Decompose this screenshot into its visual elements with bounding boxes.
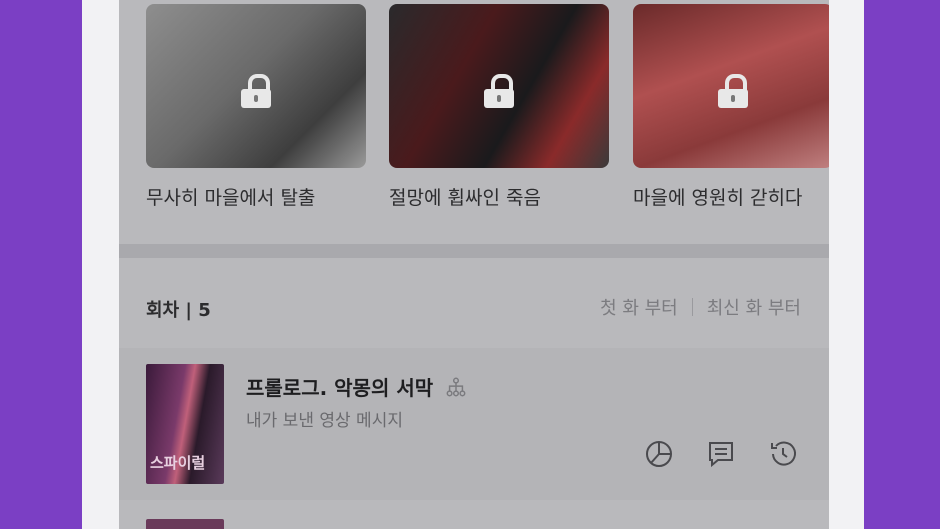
lock-icon: [484, 74, 514, 108]
ending-card[interactable]: [633, 4, 829, 168]
sort-separator: [691, 298, 693, 316]
episode-thumbnail: 스파이럴: [146, 364, 224, 484]
episode-title: 프롤로그. 악몽의 서막: [246, 376, 434, 400]
ending-card[interactable]: [146, 4, 366, 168]
sort-first-button[interactable]: 첫 화 부터: [600, 294, 678, 320]
lock-icon: [718, 74, 748, 108]
pie-chart-icon[interactable]: [643, 438, 675, 470]
history-icon[interactable]: [767, 438, 799, 470]
ending-card[interactable]: [389, 4, 609, 168]
ending-title: 마을에 영원히 갇히다: [633, 187, 803, 209]
sort-options: 첫 화 부터 최신 화 부터: [600, 294, 801, 320]
episode-count-header: 회차 | 5: [146, 300, 211, 321]
episode-row[interactable]: 스파이럴 프롤로그. 악몽의 서막 내가 보낸 영상 메시지: [119, 348, 829, 500]
branch-icon: [446, 377, 466, 396]
thumbnail-logo-text: 스파이럴: [150, 454, 206, 472]
section-divider: [119, 244, 829, 258]
comment-icon[interactable]: [705, 438, 737, 470]
next-episode-thumbnail[interactable]: [146, 519, 224, 529]
episode-title-wrap: 프롤로그. 악몽의 서막: [246, 372, 467, 401]
episode-subtitle: 내가 보낸 영상 메시지: [246, 411, 403, 431]
ending-title: 절망에 휩싸인 죽음: [389, 187, 541, 209]
lock-icon: [241, 74, 271, 108]
app-screen: 무사히 마을에서 탈출 절망에 휩싸인 죽음 마을에 영원히 갇히다 회차 | …: [119, 0, 829, 529]
sort-latest-button[interactable]: 최신 화 부터: [707, 294, 801, 320]
ending-title: 무사히 마을에서 탈출: [146, 187, 316, 209]
episode-actions: [643, 438, 799, 470]
